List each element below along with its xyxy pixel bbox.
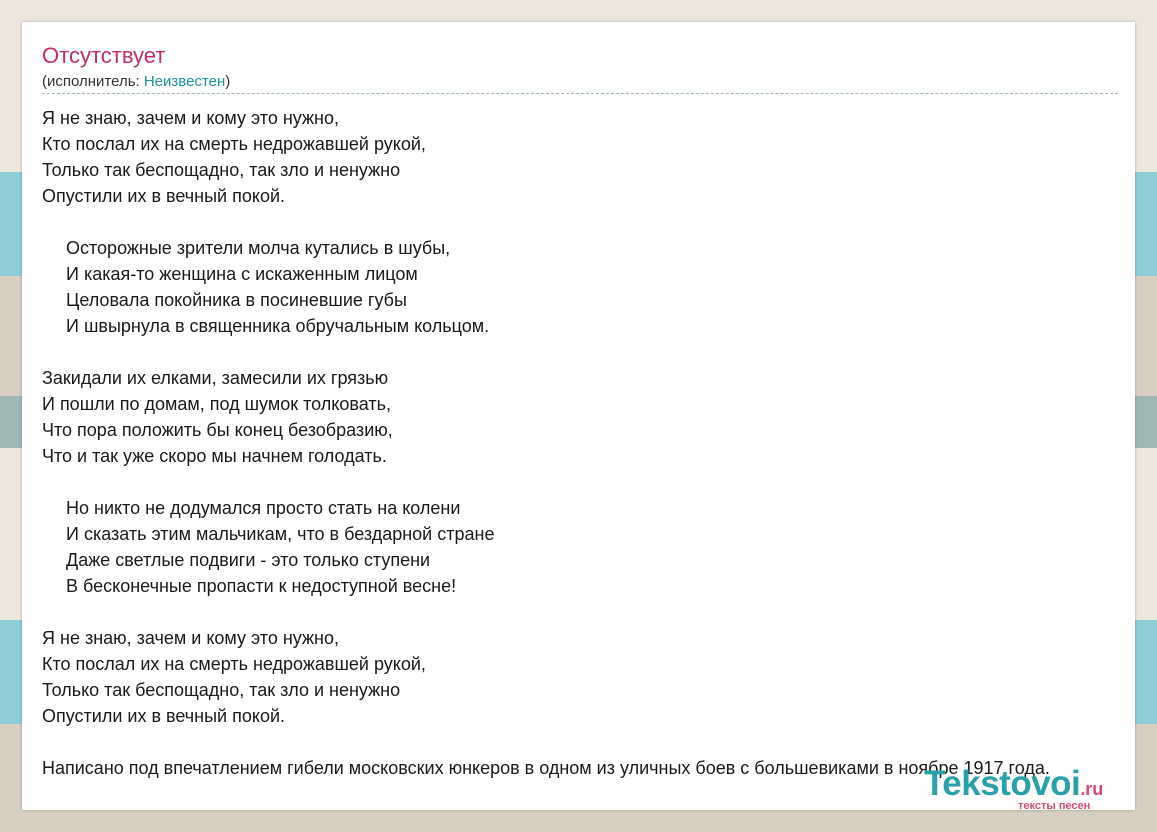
lyric-line: И швырнула в священника обручальным коль… (66, 316, 490, 336)
lyric-line: Кто послал их на смерть недрожавшей руко… (42, 134, 426, 154)
logo-tagline: тексты песен (1018, 800, 1091, 812)
stanza-list: Я не знаю, зачем и кому это нужно, Кто по… (42, 105, 1155, 729)
lyrics-card: Отсутствует (исполнитель: Неизвестен) Я … (22, 22, 1135, 812)
stanza: Осторожные зрители молча кутались в шубы… (42, 235, 1155, 339)
artist-line: (исполнитель: Неизвестен) (42, 72, 230, 92)
logo-tld: .ru (1080, 779, 1104, 799)
lyric-line: Что пора положить бы конец безобразию, (42, 420, 393, 440)
lyric-line: И сказать этим мальчикам, что в бездарно… (66, 524, 495, 544)
lyric-line: Опустили их в вечный покой. (42, 706, 286, 726)
lyric-line: Что и так уже скоро мы начнем голодать. (42, 446, 387, 466)
artist-suffix: ) (225, 73, 231, 90)
lyric-line: Но никто не додумался просто стать на ко… (66, 498, 461, 518)
lyric-line: Осторожные зрители молча кутались в шубы… (66, 238, 451, 258)
tekstovoi-logo[interactable]: Tekstovoi.ru тексты песен (924, 764, 1144, 814)
lyric-line: Даже светлые подвиги - это только ступен… (66, 550, 431, 570)
lyric-line: Закидали их елками, замесили их грязью (42, 368, 389, 388)
stanza: Закидали их елками, замесили их грязью И … (42, 365, 1155, 469)
lyric-line: Кто послал их на смерть недрожавшей руко… (42, 654, 426, 674)
stanza: Но никто не додумался просто стать на ко… (42, 495, 1155, 599)
logo-main-text: Tekstovoi (924, 764, 1081, 803)
lyric-line: Я не знаю, зачем и кому это нужно, (42, 108, 339, 128)
artist-prefix: (исполнитель: (42, 73, 144, 90)
stanza: Я не знаю, зачем и кому это нужно, Кто по… (42, 105, 1155, 209)
lyric-line: Опустили их в вечный покой. (42, 186, 286, 206)
stanza: Я не знаю, зачем и кому это нужно, Кто по… (42, 625, 1155, 729)
lyric-line: Только так беспощадно, так зло и ненужно (42, 160, 401, 180)
lyric-line: Я не знаю, зачем и кому это нужно, (42, 628, 339, 648)
title-divider (42, 93, 1118, 94)
lyric-line: И пошли по домам, под шумок толковать, (42, 394, 391, 414)
lyric-line: И какая-то женщина с искаженным лицом (66, 264, 418, 284)
artist-link[interactable]: Неизвестен (144, 73, 225, 90)
lyric-line: Целовала покойника в посиневшие губы (66, 290, 407, 310)
lyric-line: Только так беспощадно, так зло и ненужно (42, 680, 401, 700)
lyrics-body: Я не знаю, зачем и кому это нужно, Кто по… (42, 105, 1155, 781)
lyric-line: В бесконечные пропасти к недоступной вес… (66, 576, 457, 596)
song-title: Отсутствует (42, 43, 166, 68)
